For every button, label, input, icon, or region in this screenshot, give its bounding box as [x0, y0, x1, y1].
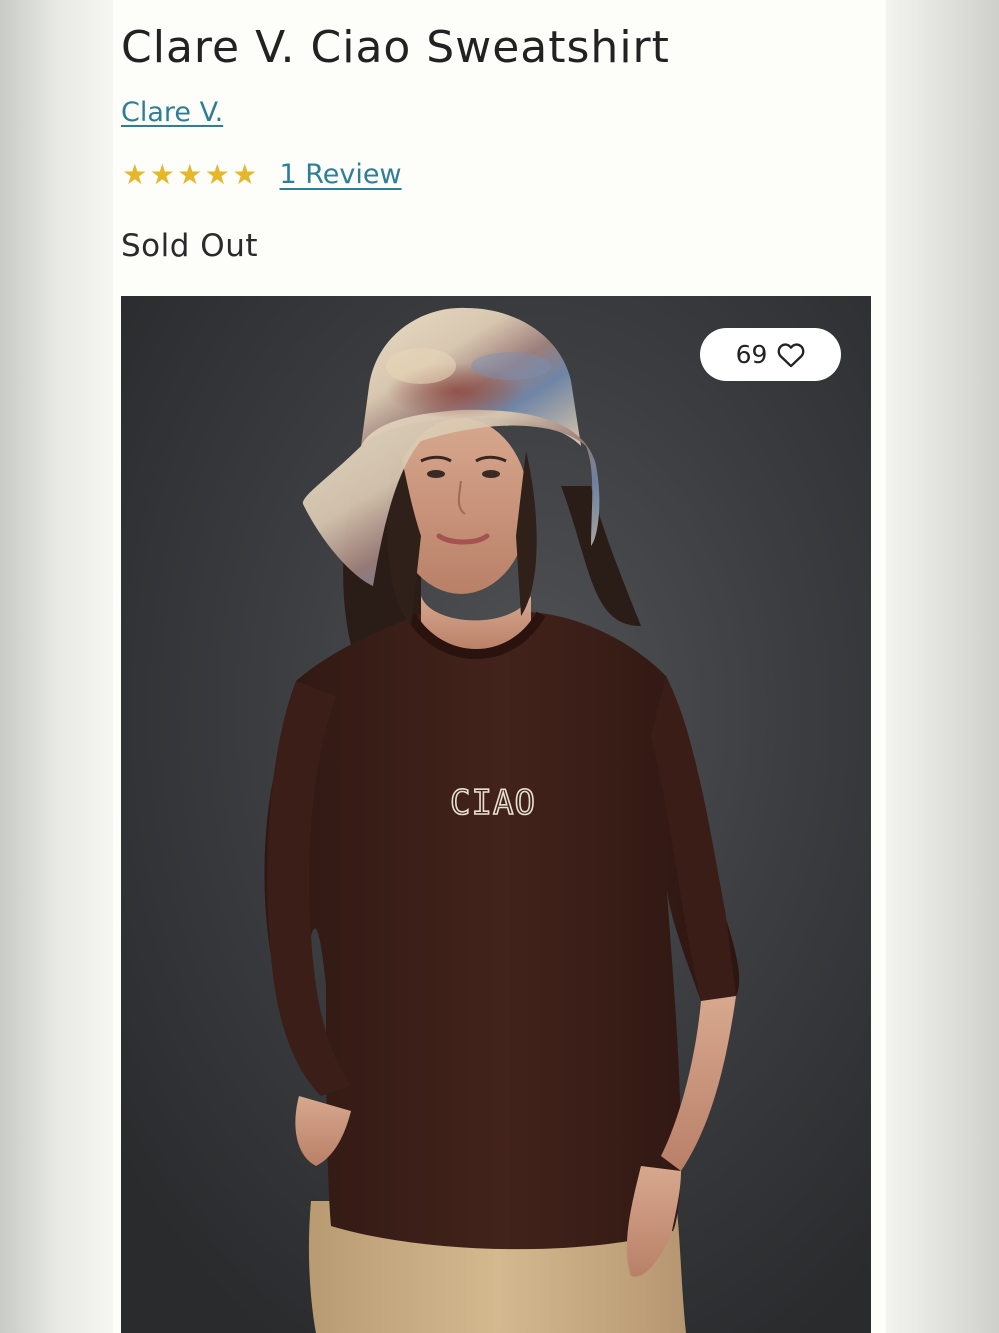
product-title: Clare V. Ciao Sweatshirt — [121, 22, 670, 73]
heart-outline-icon — [777, 342, 805, 368]
stock-status: Sold Out — [121, 228, 258, 264]
star-icon: ★ — [204, 158, 230, 191]
brand-link[interactable]: Clare V. — [121, 97, 223, 128]
product-image[interactable]: CIAO — [121, 296, 871, 1333]
star-icon: ★ — [122, 158, 148, 191]
star-icon: ★ — [177, 158, 203, 191]
rating-row: ★ ★ ★ ★ ★ 1 Review — [121, 158, 402, 192]
model-photo: CIAO — [121, 296, 871, 1333]
star-icon: ★ — [149, 158, 175, 191]
reviews-link[interactable]: 1 Review — [280, 158, 402, 192]
star-icon: ★ — [232, 158, 258, 191]
star-rating: ★ ★ ★ ★ ★ — [121, 158, 259, 192]
shirt-print: CIAO — [450, 783, 536, 823]
favorite-count: 69 — [735, 340, 768, 369]
favorite-button[interactable]: 69 — [700, 328, 841, 381]
